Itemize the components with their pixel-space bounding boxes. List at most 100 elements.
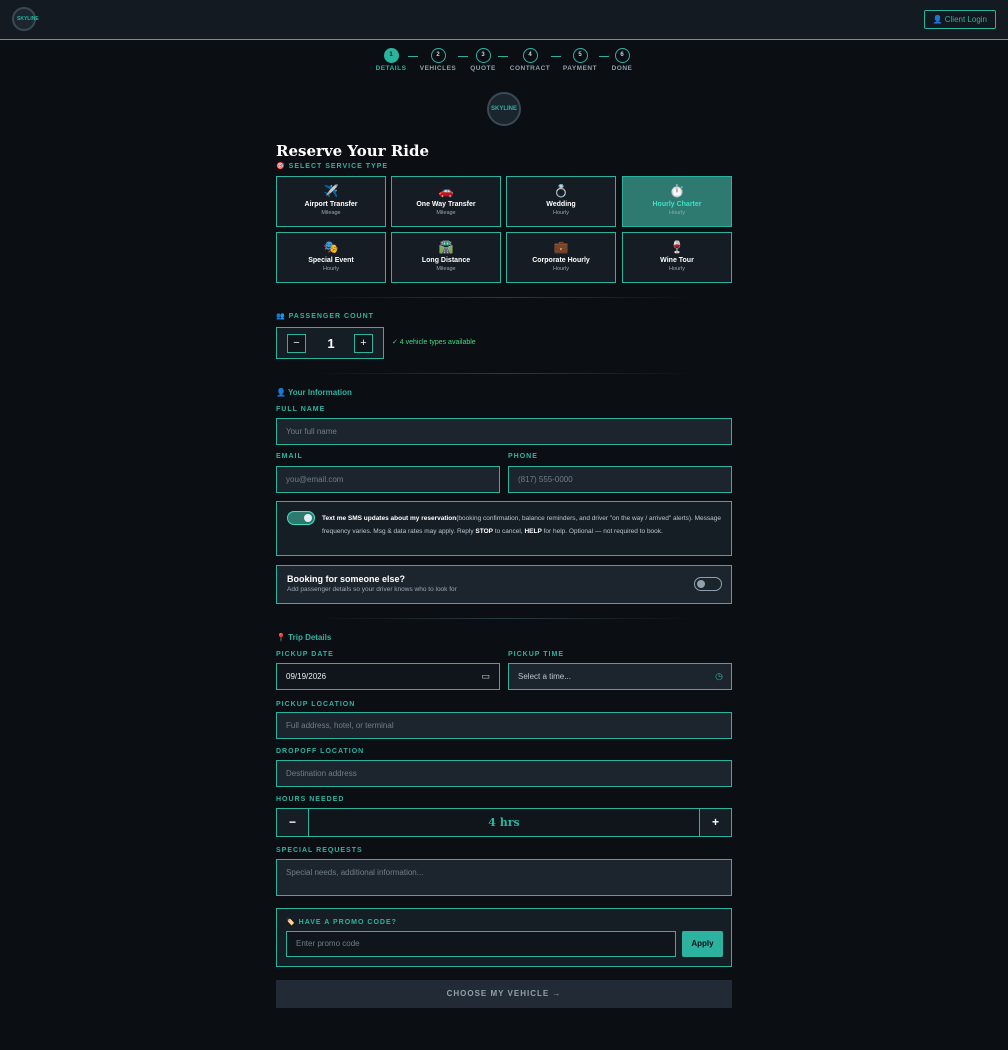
step-circle: 3: [475, 48, 491, 63]
briefcase-icon: 💼: [553, 240, 569, 254]
service-pricing: Mileage: [436, 210, 456, 216]
service-name: Corporate Hourly: [532, 257, 590, 264]
email-label: EMAIL: [276, 453, 303, 460]
service-name: Wedding: [546, 201, 576, 208]
service-wine-tour[interactable]: 🍷 Wine Tour Hourly: [622, 232, 732, 283]
hours-value: 4 hrs: [308, 809, 700, 836]
service-name: One Way Transfer: [416, 201, 476, 208]
pickup-time-select[interactable]: Select a time... ◷: [508, 663, 732, 690]
service-pricing: Hourly: [553, 266, 569, 272]
step-circle: 1: [383, 48, 399, 63]
sms-help-keyword: HELP: [524, 527, 542, 535]
passenger-increase-button[interactable]: +: [354, 334, 373, 353]
step-label: DONE: [611, 65, 633, 72]
pickup-time-label: PICKUP TIME: [508, 651, 564, 658]
car-icon: 🚗: [438, 184, 454, 198]
phone-label: PHONE: [508, 453, 538, 460]
service-airport-transfer[interactable]: ✈️ Airport Transfer Mileage: [276, 176, 386, 227]
promo-code-input[interactable]: Enter promo code: [286, 931, 676, 957]
pickup-date-input[interactable]: 09/19/2026 ▭: [276, 663, 500, 690]
calendar-icon[interactable]: ▭: [481, 664, 490, 689]
pickup-location-input[interactable]: Full address, hotel, or terminal: [276, 712, 732, 739]
apply-promo-button[interactable]: Apply: [682, 931, 723, 957]
service-special-event[interactable]: 🎭 Special Event Hourly: [276, 232, 386, 283]
service-pricing: Hourly: [323, 266, 339, 272]
booking-for-someone-toggle[interactable]: [694, 577, 722, 591]
hours-needed-label: HOURS NEEDED: [276, 796, 345, 803]
passenger-stepper: − 1 +: [276, 327, 384, 359]
passenger-count-value: 1: [327, 336, 335, 351]
service-wedding[interactable]: 💍 Wedding Hourly: [506, 176, 616, 227]
service-name: Airport Transfer: [304, 201, 358, 208]
pickup-location-label: PICKUP LOCATION: [276, 701, 356, 708]
section-divider: [316, 297, 692, 298]
service-pricing: Mileage: [436, 266, 456, 272]
passenger-decrease-button[interactable]: −: [287, 334, 306, 353]
brand-logo-text: SKYLINE: [490, 106, 517, 112]
service-one-way-transfer[interactable]: 🚗 One Way Transfer Mileage: [391, 176, 501, 227]
service-name: Wine Tour: [660, 257, 694, 264]
section-divider: [316, 618, 692, 619]
service-type-label: 🎯 SELECT SERVICE TYPE: [276, 163, 389, 170]
sms-consent-detail: for help. Optional — not required to boo…: [541, 527, 663, 535]
sms-toggle[interactable]: [287, 511, 315, 525]
sms-consent-detail: to cancel,: [493, 527, 525, 535]
sms-stop-keyword: STOP: [475, 527, 494, 535]
dropoff-location-label: DROPOFF LOCATION: [276, 748, 365, 755]
service-long-distance[interactable]: 🛣️ Long Distance Mileage: [391, 232, 501, 283]
toggle-knob: [304, 514, 312, 522]
sms-consent-bold: Text me SMS updates about my reservation: [322, 515, 457, 522]
booking-for-someone-title: Booking for someone else?: [287, 574, 406, 584]
pickup-date-label: PICKUP DATE: [276, 651, 334, 658]
dropoff-location-input[interactable]: Destination address: [276, 760, 732, 787]
theater-masks-icon: 🎭: [323, 240, 339, 254]
logo-icon[interactable]: SKYLINE: [12, 7, 39, 31]
sms-consent-text: Text me SMS updates about my reservation…: [322, 513, 722, 538]
hours-decrease-button[interactable]: −: [277, 809, 308, 836]
step-done: 6 DONE: [592, 48, 652, 72]
special-requests-label: SPECIAL REQUESTS: [276, 847, 363, 854]
service-pricing: Hourly: [669, 210, 685, 216]
airplane-icon: ✈️: [323, 184, 339, 198]
service-hourly-charter[interactable]: ⏱️ Hourly Charter Hourly: [622, 176, 732, 227]
service-pricing: Mileage: [321, 210, 341, 216]
stopwatch-icon: ⏱️: [669, 184, 685, 198]
wine-glass-icon: 🍷: [669, 240, 685, 254]
booking-for-someone-panel: Booking for someone else? Add passenger …: [276, 565, 732, 604]
promo-code-label: 🏷️ HAVE A PROMO CODE?: [286, 919, 397, 926]
your-information-heading: 👤 Your Information: [276, 388, 352, 397]
section-divider: [316, 373, 692, 374]
email-input[interactable]: you@email.com: [276, 466, 500, 493]
pickup-time-placeholder: Select a time...: [518, 672, 571, 681]
hours-increase-button[interactable]: +: [700, 809, 731, 836]
full-name-label: FULL NAME: [276, 406, 326, 413]
top-bar: SKYLINE 👤 Client Login: [0, 0, 1008, 40]
hours-stepper: − 4 hrs +: [276, 808, 732, 837]
sms-opt-in-panel: Text me SMS updates about my reservation…: [276, 501, 732, 556]
service-name: Long Distance: [421, 257, 471, 264]
service-name: Special Event: [308, 257, 354, 264]
step-circle: 2: [430, 48, 446, 63]
step-circle: 6: [614, 48, 630, 63]
page-title: Reserve Your Ride: [276, 142, 430, 160]
vehicle-availability-text: ✓ 4 vehicle types available: [392, 339, 476, 346]
step-circle: 5: [572, 48, 588, 63]
clock-icon: ◷: [715, 671, 723, 681]
pickup-date-value: 09/19/2026: [286, 672, 327, 681]
reservation-form: Reserve Your Ride 🎯 SELECT SERVICE TYPE …: [276, 140, 732, 1008]
booking-for-someone-subtitle: Add passenger details so your driver kno…: [287, 586, 457, 593]
passenger-count-label: 👥 PASSENGER COUNT: [276, 313, 374, 320]
client-login-button[interactable]: 👤 Client Login: [923, 10, 996, 29]
service-name: Hourly Charter: [652, 201, 702, 208]
full-name-input[interactable]: Your full name: [276, 418, 732, 445]
progress-steps: 1 DETAILS 2 VEHICLES 3 QUOTE 4 CONTRACT …: [0, 48, 1008, 76]
service-corporate-hourly[interactable]: 💼 Corporate Hourly Hourly: [506, 232, 616, 283]
step-circle: 4: [522, 48, 538, 63]
service-pricing: Hourly: [553, 210, 569, 216]
trip-details-heading: 📍 Trip Details: [276, 633, 332, 642]
phone-input[interactable]: (817) 555-0000: [508, 466, 732, 493]
service-pricing: Hourly: [669, 266, 685, 272]
ring-icon: 💍: [553, 184, 569, 198]
choose-vehicle-button[interactable]: CHOOSE MY VEHICLE →: [276, 980, 732, 1008]
special-requests-textarea[interactable]: Special needs, additional information...: [276, 859, 732, 896]
